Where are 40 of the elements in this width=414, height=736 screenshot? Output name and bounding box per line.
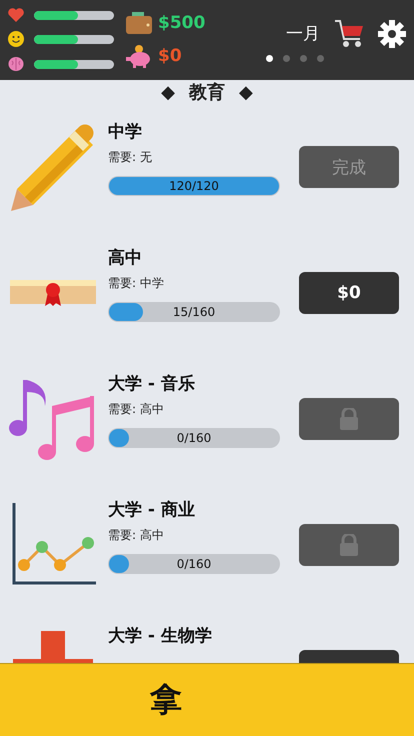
page-dot[interactable] — [317, 54, 324, 62]
course-title: 大学 - 音乐 — [108, 373, 196, 395]
progress-text: 0/160 — [176, 430, 212, 447]
progress-text: 120/120 — [168, 178, 220, 195]
money-amount: $0 — [158, 46, 182, 66]
heart-icon — [8, 8, 24, 22]
page-dot[interactable] — [300, 54, 307, 62]
diamond-marker: ◆ — [239, 82, 253, 102]
pencil-icon — [11, 123, 95, 211]
page-dot[interactable] — [266, 54, 273, 62]
smiley-icon — [8, 31, 24, 47]
section-title: 教育 — [189, 81, 225, 104]
locked-button[interactable] — [299, 398, 399, 440]
page-dot[interactable] — [283, 54, 290, 62]
progress-text: 0/160 — [176, 556, 212, 573]
bottom-bar[interactable]: 拿 — [0, 663, 414, 736]
course-title: 高中 — [108, 247, 143, 269]
month-label: 一月 — [286, 23, 320, 45]
settings-icon[interactable] — [378, 20, 406, 48]
lock-icon — [339, 534, 359, 556]
lock-icon — [339, 408, 359, 430]
money-amount: $500 — [158, 13, 206, 33]
brain-icon — [8, 56, 24, 72]
locked-button[interactable] — [299, 524, 399, 566]
course-title: 大学 - 生物学 — [108, 625, 212, 647]
wallet-icon — [126, 12, 152, 34]
course-title: 大学 - 商业 — [108, 499, 196, 521]
diploma-icon — [10, 280, 96, 306]
line-chart-icon — [10, 503, 96, 587]
piggy-bank-icon — [126, 44, 152, 68]
price-button[interactable]: $0 — [299, 272, 399, 314]
requirement-text: 需要: 无 — [108, 149, 153, 166]
requirement-text: 需要: 高中 — [108, 401, 165, 418]
requirement-text: 需要: 高中 — [108, 527, 165, 544]
course-title: 中学 — [108, 121, 143, 143]
cart-icon[interactable] — [334, 18, 364, 48]
bottom-bar-label: 拿 — [150, 679, 182, 720]
progress-text: 15/160 — [172, 304, 216, 321]
requirement-text: 需要: 中学 — [108, 275, 165, 292]
diamond-marker: ◆ — [161, 82, 175, 102]
